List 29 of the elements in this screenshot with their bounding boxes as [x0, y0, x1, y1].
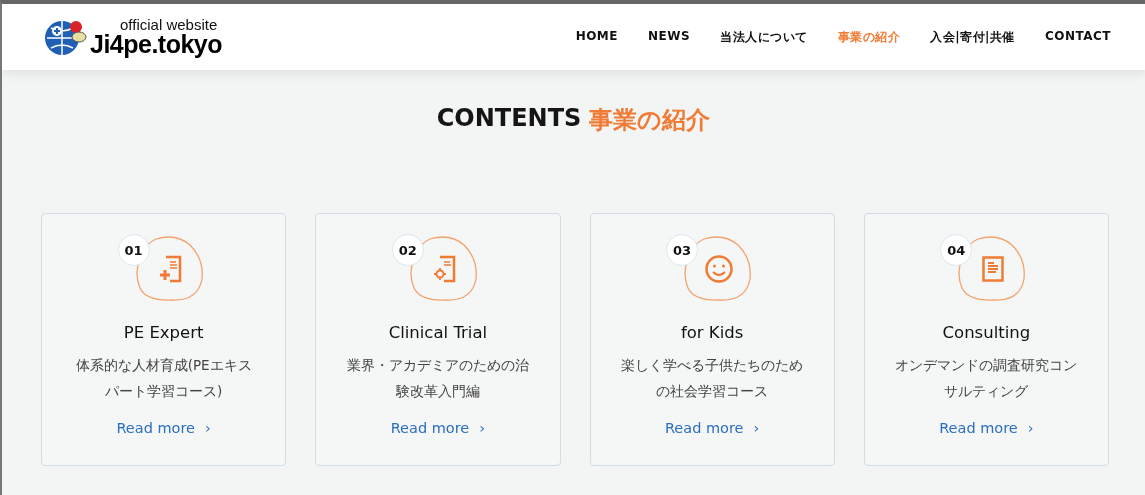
card-number: 02	[391, 234, 424, 266]
nav-link[interactable]: 入会|寄付|共催	[930, 28, 1015, 46]
card-number: 04	[940, 234, 973, 266]
read-more-link[interactable]: Read more ›	[390, 420, 486, 436]
card-description: 楽しく学べる子供たちのため の社会学習コース	[621, 356, 804, 401]
logo-tagline: official website	[119, 17, 219, 32]
logo-wordmark: Ji4pe.tokyo	[90, 32, 223, 57]
card-title: Clinical Trial	[388, 323, 488, 342]
card-number: 03	[666, 234, 699, 266]
section-title: CONTENTS	[436, 104, 582, 134]
document-plus-icon	[157, 255, 184, 283]
document-gear-icon	[431, 255, 458, 283]
card-title: for Kids	[680, 323, 744, 342]
card-title: PE Expert	[123, 323, 204, 342]
card-title: Consulting	[942, 323, 1031, 342]
read-more-link[interactable]: Read more ›	[664, 420, 760, 436]
card-description: 体系的な人材育成(PEエキス パート学習コース)	[75, 356, 252, 401]
card-description: オンデマンドの調査研究コン サルティング	[895, 356, 1078, 401]
section-title-accent: 事業の紹介	[589, 105, 711, 136]
nav-link[interactable]: CONTACT	[1044, 28, 1111, 46]
nav-link[interactable]: NEWS	[648, 28, 691, 46]
card-number: 01	[117, 234, 150, 266]
nav-link[interactable]: 当法人について	[720, 28, 808, 46]
nav-link[interactable]: HOME	[575, 28, 618, 46]
read-more-link[interactable]: Read more ›	[939, 420, 1034, 436]
document-icon	[982, 256, 1005, 282]
card-description: 業界・アカデミアのための治 験改革入門編	[346, 356, 529, 401]
smiley-icon	[704, 254, 735, 284]
read-more-link[interactable]: Read more ›	[116, 420, 211, 436]
